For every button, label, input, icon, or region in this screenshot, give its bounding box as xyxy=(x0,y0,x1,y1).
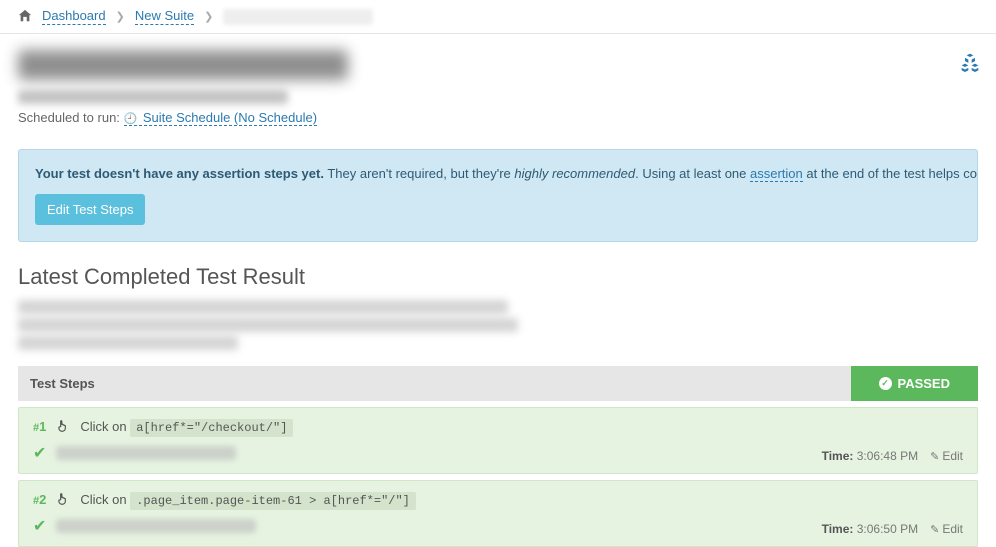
pointer-icon xyxy=(56,418,70,435)
breadcrumb-new-suite[interactable]: New Suite xyxy=(135,8,194,25)
cubes-icon[interactable] xyxy=(960,52,980,77)
step-number: #1 xyxy=(33,419,46,434)
schedule-line: Scheduled to run: Suite Schedule (No Sch… xyxy=(18,110,348,125)
clock-icon xyxy=(124,110,140,125)
table-header-label: Test Steps xyxy=(18,366,851,401)
check-circle-icon: ✓ xyxy=(879,377,892,390)
edit-step-link[interactable]: ✎Edit xyxy=(930,449,963,463)
step-selector: .page_item.page-item-61 > a[href*="/"] xyxy=(130,492,416,510)
page-title-redacted xyxy=(18,50,348,80)
pointer-icon xyxy=(56,491,70,508)
breadcrumb-current-redacted xyxy=(223,9,373,25)
section-title: Latest Completed Test Result xyxy=(18,264,978,290)
step-number: #2 xyxy=(33,492,46,507)
step-detail-redacted xyxy=(56,519,256,533)
alert-bold: Your test doesn't have any assertion ste… xyxy=(35,166,324,181)
step-time: Time: 3:06:50 PM xyxy=(822,522,919,536)
test-step: #2 Click on .page_item.page-item-61 > a[… xyxy=(18,480,978,547)
page-subtitle-redacted xyxy=(18,90,288,104)
home-icon xyxy=(18,9,32,24)
test-step: #1 Click on a[href*="/checkout/"] ✔ Time… xyxy=(18,407,978,474)
assertion-alert: Your test doesn't have any assertion ste… xyxy=(18,149,978,242)
chevron-right-icon: ❯ xyxy=(204,10,213,23)
step-time: Time: 3:06:48 PM xyxy=(822,449,919,463)
status-badge: ✓ PASSED xyxy=(851,366,979,401)
breadcrumb: Dashboard ❯ New Suite ❯ xyxy=(0,0,996,34)
chevron-right-icon: ❯ xyxy=(116,10,125,23)
step-action: Click on a[href*="/checkout/"] xyxy=(80,419,293,435)
schedule-prefix: Scheduled to run: xyxy=(18,110,120,125)
breadcrumb-dashboard[interactable]: Dashboard xyxy=(42,8,106,25)
step-selector: a[href*="/checkout/"] xyxy=(130,419,293,437)
assertion-link[interactable]: assertion xyxy=(750,166,803,182)
pencil-icon: ✎ xyxy=(930,523,939,536)
result-metadata-redacted xyxy=(18,300,978,350)
edit-step-link[interactable]: ✎Edit xyxy=(930,522,963,536)
check-icon: ✔ xyxy=(33,516,46,536)
check-icon: ✔ xyxy=(33,443,46,463)
step-detail-redacted xyxy=(56,446,236,460)
schedule-link[interactable]: Suite Schedule (No Schedule) xyxy=(124,110,318,126)
edit-test-steps-button[interactable]: Edit Test Steps xyxy=(35,194,145,226)
step-action: Click on .page_item.page-item-61 > a[hre… xyxy=(80,492,416,508)
steps-table-header: Test Steps ✓ PASSED xyxy=(18,366,978,401)
pencil-icon: ✎ xyxy=(930,450,939,463)
